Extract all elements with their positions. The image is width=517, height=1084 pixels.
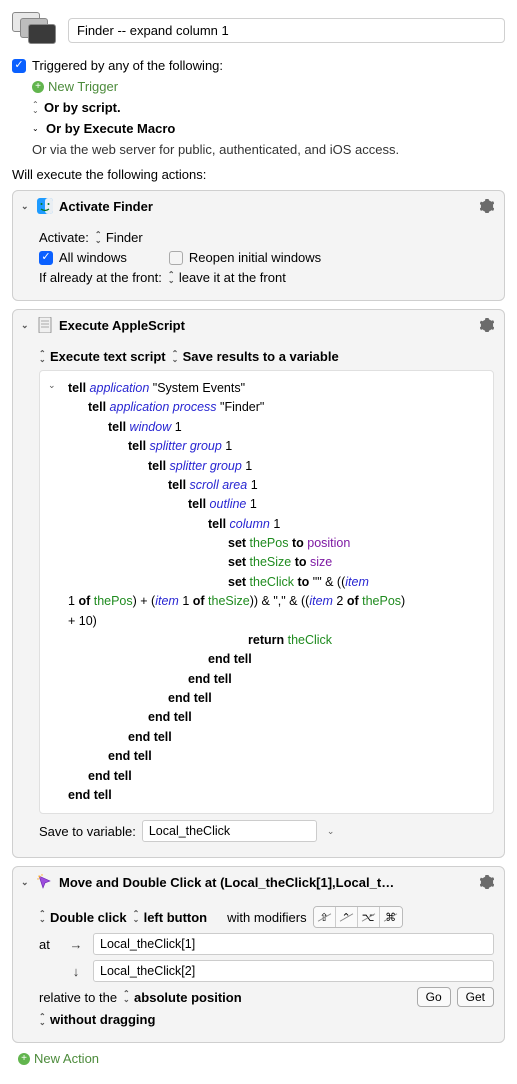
activate-app-popup[interactable]: Finder: [95, 230, 143, 245]
action-activate-finder: ⌄ Activate Finder Activate: Finder All w…: [12, 190, 505, 301]
or-by-execute-row[interactable]: ⌄ Or by Execute Macro: [32, 121, 505, 136]
y-coord-input[interactable]: [93, 960, 494, 982]
gear-icon[interactable]: [478, 197, 496, 215]
new-trigger-link[interactable]: + New Trigger: [32, 79, 505, 94]
gear-icon[interactable]: [478, 873, 496, 891]
all-windows-checkbox[interactable]: [39, 251, 53, 265]
if-front-popup[interactable]: leave it at the front: [168, 270, 286, 285]
script-icon: [37, 317, 53, 333]
dragging-popup[interactable]: without dragging: [39, 1012, 155, 1027]
save-to-variable-label: Save to variable:: [39, 824, 136, 839]
triggered-by-checkbox[interactable]: [12, 59, 26, 73]
or-by-script-row[interactable]: Or by script.: [32, 100, 505, 115]
control-modifier-button[interactable]: ⌃: [336, 907, 358, 927]
plus-icon: +: [18, 1053, 30, 1065]
with-modifiers-label: with modifiers: [227, 910, 306, 925]
triggered-by-label: Triggered by any of the following:: [32, 58, 223, 73]
action-move-doubleclick: ⌄ Move and Double Click at (Local_theCli…: [12, 866, 505, 1043]
reopen-checkbox[interactable]: [169, 251, 183, 265]
gear-icon[interactable]: [478, 316, 496, 334]
plus-icon: +: [32, 81, 44, 93]
modifier-group: ⇧ ⌃ ⌥ ⌘: [313, 906, 403, 928]
go-button[interactable]: Go: [417, 987, 451, 1007]
applescript-editor[interactable]: ⌄ tell application "System Events" tell …: [39, 370, 494, 814]
disclosure-icon[interactable]: ⌄: [48, 379, 56, 393]
chevron-down-icon[interactable]: ⌄: [323, 826, 337, 837]
down-arrow-icon: ↓: [65, 965, 87, 978]
click-type-popup[interactable]: Double click: [39, 910, 127, 925]
action-title: Activate Finder: [59, 199, 153, 214]
script-mode-popup[interactable]: Execute text script: [39, 349, 166, 364]
updown-icon: [32, 102, 40, 114]
action-title: Execute AppleScript: [59, 318, 185, 333]
all-windows-label: All windows: [59, 250, 127, 265]
option-modifier-button[interactable]: ⌥: [358, 907, 380, 927]
macro-icon: [12, 12, 60, 48]
button-type-popup[interactable]: left button: [133, 910, 208, 925]
relative-popup[interactable]: absolute position: [123, 990, 242, 1005]
cursor-click-icon: [37, 874, 53, 890]
or-via-web-label: Or via the web server for public, authen…: [32, 142, 505, 157]
chevron-down-icon: ⌄: [32, 124, 42, 133]
action-title: Move and Double Click at (Local_theClick…: [59, 875, 399, 890]
macro-title-input[interactable]: [68, 18, 505, 43]
command-modifier-button[interactable]: ⌘: [380, 907, 402, 927]
save-variable-input[interactable]: [142, 820, 317, 842]
new-action-link[interactable]: + New Action: [18, 1051, 505, 1066]
disclosure-icon[interactable]: ⌄: [21, 877, 31, 888]
finder-icon: [37, 198, 53, 214]
at-label: at: [39, 937, 59, 952]
reopen-label: Reopen initial windows: [189, 250, 321, 265]
get-button[interactable]: Get: [457, 987, 494, 1007]
relative-to-label: relative to the: [39, 990, 117, 1005]
activate-label: Activate:: [39, 230, 89, 245]
action-execute-applescript: ⌄ Execute AppleScript Execute text scrip…: [12, 309, 505, 858]
x-coord-input[interactable]: [93, 933, 494, 955]
disclosure-icon[interactable]: ⌄: [21, 320, 31, 331]
save-mode-popup[interactable]: Save results to a variable: [172, 349, 339, 364]
disclosure-icon[interactable]: ⌄: [21, 201, 31, 212]
if-front-label: If already at the front:: [39, 270, 162, 285]
right-arrow-icon: →: [65, 938, 87, 951]
shift-modifier-button[interactable]: ⇧: [314, 907, 336, 927]
will-execute-label: Will execute the following actions:: [12, 167, 505, 182]
